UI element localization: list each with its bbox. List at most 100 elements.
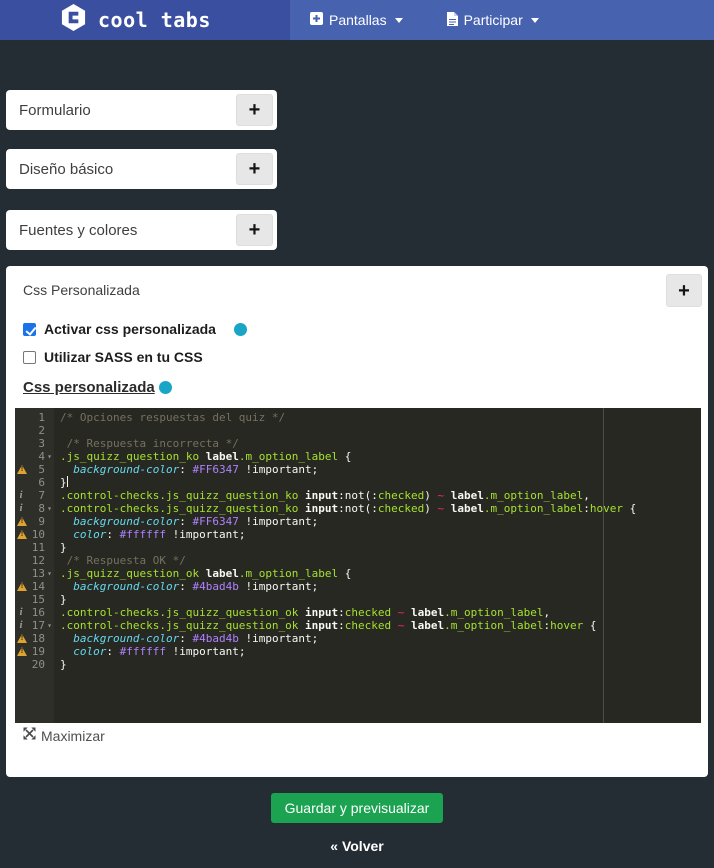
sass-label[interactable]: Utilizar SASS en tu CSS xyxy=(44,349,203,365)
code-line[interactable]: 4 ▾ .js_quizz_question_ko label.m_option_l… xyxy=(15,450,701,463)
info-annotation-icon: i xyxy=(19,619,23,631)
line-number: 10 xyxy=(31,528,45,541)
line-number: 12 xyxy=(31,554,45,567)
css-link-row: Css personalizada xyxy=(23,378,691,396)
accordion-formulario[interactable]: Formulario + xyxy=(6,90,277,130)
code-text: } xyxy=(60,658,67,671)
page-content: Formulario + Diseño básico + Fuentes y c… xyxy=(0,90,714,854)
info-annotation-icon: i xyxy=(19,502,23,514)
code-text: } xyxy=(60,476,68,489)
sass-row: Utilizar SASS en tu CSS xyxy=(23,349,691,365)
accordion-diseno-basico[interactable]: Diseño básico + xyxy=(6,149,277,189)
code-text: .control-checks.js_quizz_question_ko inp… xyxy=(60,502,637,515)
collapse-button[interactable]: + xyxy=(666,274,702,307)
info-icon[interactable] xyxy=(233,322,247,336)
code-line[interactable]: ! 9 background-color: #FF6347 !important; xyxy=(15,515,701,528)
plus-square-icon xyxy=(310,12,323,28)
line-number: 20 xyxy=(31,658,45,671)
code-line[interactable]: ! 18 background-color: #4bad4b !important… xyxy=(15,632,701,645)
expand-button[interactable]: + xyxy=(236,214,273,246)
panel-css-personalizada: Css Personalizada + Activar css personal… xyxy=(6,266,708,777)
code-text: color: #ffffff !important; xyxy=(73,645,246,658)
css-personalizada-link[interactable]: Css personalizada xyxy=(23,379,155,396)
sass-checkbox[interactable] xyxy=(23,350,36,364)
code-line[interactable]: i 16 .control-checks.js_quizz_question_ok … xyxy=(15,606,701,619)
line-number: 4 xyxy=(38,450,45,463)
code-line[interactable]: 11} xyxy=(15,541,701,554)
maximize-control[interactable]: Maximizar xyxy=(23,727,133,745)
warning-icon: ! xyxy=(17,465,27,474)
fold-arrow-icon[interactable]: ▾ xyxy=(45,450,54,463)
panel-title: Css Personalizada xyxy=(23,282,140,298)
info-annotation-icon: i xyxy=(19,489,23,501)
code-line[interactable]: 13 ▾ .js_quizz_question_ok label.m_option_… xyxy=(15,567,701,580)
code-text: } xyxy=(60,593,67,606)
line-number: 17 xyxy=(31,619,45,632)
code-line[interactable]: i 8 ▾ .control-checks.js_quizz_question_ko … xyxy=(15,502,701,515)
info-annotation-icon: i xyxy=(19,606,23,618)
save-preview-button[interactable]: Guardar y previsualizar xyxy=(270,793,444,823)
code-line[interactable]: 20} xyxy=(15,658,701,671)
text-cursor xyxy=(66,476,68,487)
nav-item-participar[interactable]: Participar xyxy=(446,11,539,29)
code-editor[interactable]: 1 /* Opciones respuestas del quiz */ 2 3 /*… xyxy=(15,408,701,723)
code-text: .control-checks.js_quizz_question_ok inp… xyxy=(60,619,597,632)
maximize-label: Maximizar xyxy=(41,728,105,744)
code-line[interactable]: 2 xyxy=(15,424,701,437)
expand-button[interactable]: + xyxy=(236,153,273,185)
activate-css-label[interactable]: Activar css personalizada xyxy=(44,321,216,337)
line-number: 13 xyxy=(31,567,45,580)
caret-down-icon xyxy=(394,17,403,23)
expand-button[interactable]: + xyxy=(236,94,273,126)
nav-item-pantallas[interactable]: Pantallas xyxy=(310,12,403,28)
accordion-title: Diseño básico xyxy=(19,161,114,178)
activate-css-row: Activar css personalizada xyxy=(23,321,691,337)
code-line[interactable]: ! 10 color: #ffffff !important; xyxy=(15,528,701,541)
back-link[interactable]: « Volver xyxy=(6,838,708,854)
code-line[interactable]: ! 5 background-color: #FF6347 !important; xyxy=(15,463,701,476)
accordion-title: Fuentes y colores xyxy=(19,222,138,239)
line-number: 2 xyxy=(38,424,45,437)
line-number: 9 xyxy=(38,515,45,528)
code-text: .control-checks.js_quizz_question_ok inp… xyxy=(60,606,551,619)
code-text: /* Respuesta OK */ xyxy=(66,554,186,567)
fold-arrow-icon[interactable]: ▾ xyxy=(45,619,54,632)
code-text: background-color: #FF6347 !important; xyxy=(73,463,319,476)
code-lines: 1 /* Opciones respuestas del quiz */ 2 3 /*… xyxy=(15,408,701,671)
code-text: /* Respuesta incorrecta */ xyxy=(66,437,239,450)
code-line[interactable]: i 7 .control-checks.js_quizz_question_ko i… xyxy=(15,489,701,502)
line-number: 8 xyxy=(38,502,45,515)
code-line[interactable]: 6} xyxy=(15,476,701,489)
warning-icon: ! xyxy=(17,634,27,643)
line-number: 5 xyxy=(38,463,45,476)
code-line[interactable]: ! 14 background-color: #4bad4b !important… xyxy=(15,580,701,593)
line-number: 14 xyxy=(31,580,45,593)
nav-label: Participar xyxy=(463,12,523,28)
activate-css-checkbox[interactable] xyxy=(23,322,36,336)
warning-icon: ! xyxy=(17,582,27,591)
code-text: .js_quizz_question_ok label.m_option_lab… xyxy=(60,567,352,580)
code-text: /* Opciones respuestas del quiz */ xyxy=(60,411,286,424)
code-text: .js_quizz_question_ko label.m_option_lab… xyxy=(60,450,352,463)
code-text: background-color: #FF6347 !important; xyxy=(73,515,319,528)
fold-arrow-icon[interactable]: ▾ xyxy=(45,567,54,580)
accordion-fuentes-colores[interactable]: Fuentes y colores + xyxy=(6,210,277,250)
code-text: background-color: #4bad4b !important; xyxy=(73,580,319,593)
info-icon[interactable] xyxy=(158,380,172,394)
code-line[interactable]: ! 19 color: #ffffff !important; xyxy=(15,645,701,658)
line-number: 6 xyxy=(38,476,45,489)
warning-icon: ! xyxy=(17,517,27,526)
file-icon xyxy=(446,11,458,29)
code-line[interactable]: 12 /* Respuesta OK */ xyxy=(15,554,701,567)
line-number: 19 xyxy=(31,645,45,658)
line-number: 11 xyxy=(31,541,45,554)
code-line[interactable]: 15} xyxy=(15,593,701,606)
fold-arrow-icon[interactable]: ▾ xyxy=(45,502,54,515)
brand-area[interactable]: cool tabs xyxy=(0,0,290,40)
code-line[interactable]: i 17 ▾ .control-checks.js_quizz_question_ok… xyxy=(15,619,701,632)
code-line[interactable]: 1 /* Opciones respuestas del quiz */ xyxy=(15,411,701,424)
line-number: 7 xyxy=(38,489,45,502)
line-number: 1 xyxy=(38,411,45,424)
code-line[interactable]: 3 /* Respuesta incorrecta */ xyxy=(15,437,701,450)
